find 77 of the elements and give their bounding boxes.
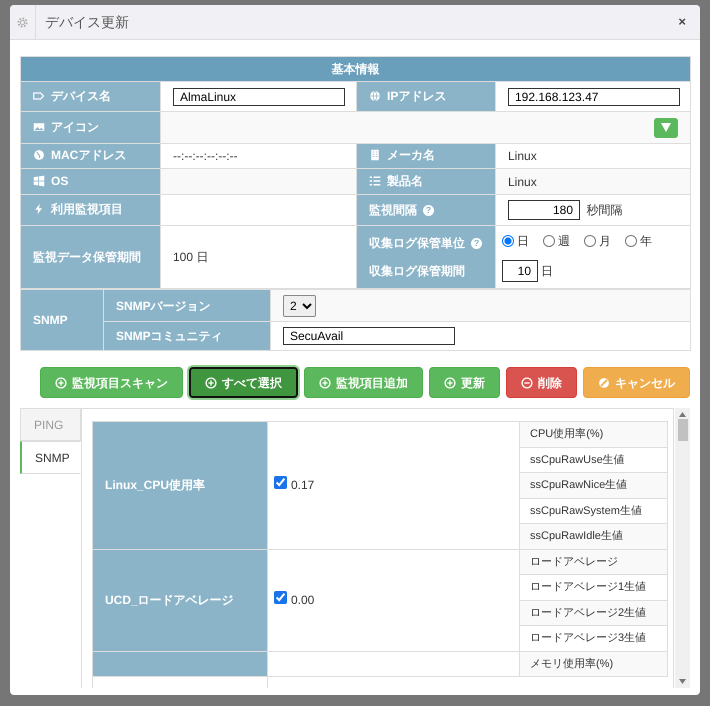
field-label: SNMP [33,312,68,329]
field-label: 監視間隔 [369,202,417,219]
field-label: OS [51,172,68,190]
item-value: 0.00 [291,593,314,607]
tab[interactable]: SNMP [20,441,81,474]
plus-circle-icon [205,376,217,388]
radio-button[interactable] [584,235,596,247]
radio-button[interactable] [625,235,637,247]
checkbox[interactable] [274,476,287,490]
window-title: デバイス更新 [44,12,129,32]
action-button[interactable]: すべて選択 [189,367,298,398]
field-label: 製品名 [387,172,423,190]
caret-icon [661,123,671,132]
metric-name: ssCpuRawNice生値 [530,479,628,491]
plus-circle-icon [444,376,456,388]
metric-name: ロードアベレージ [530,556,618,568]
scroll-up-icon[interactable] [679,412,686,417]
field-value: Linux [508,174,537,188]
field-label: デバイス名 [51,88,111,104]
tag-icon [33,90,45,102]
unit-label: 日 [541,264,553,278]
field-value: 100 日 [173,250,208,264]
field-label: 収集ログ保管期間 [369,263,466,280]
help-icon: ? [423,204,434,216]
field-value: Linux [508,149,537,163]
scroll-down-icon[interactable] [679,679,686,684]
close-button[interactable]: × [678,12,686,32]
metric-name: ssCpuRawIdle生値 [530,530,623,542]
ban-icon [598,376,610,388]
field-label: MACアドレス [51,147,126,164]
radio-label: 月 [599,233,611,250]
radio-button[interactable] [502,235,514,247]
field-label: メーカ名 [387,147,435,164]
metric-name: ssCpuRawSystem生値 [530,504,642,516]
plus-circle-icon [55,376,67,388]
field-label: 利用監視項目 [51,201,123,218]
interval-field[interactable]: 180 [508,200,580,220]
minus-circle-icon [521,376,533,388]
image-icon [33,120,45,132]
action-button[interactable]: 削除 [506,367,577,398]
field-label: 収集ログ保管単位 [369,235,465,252]
metric-name: ロードアベレージ3生値 [530,632,646,644]
windows-icon [33,174,45,186]
field-label: アイコン [51,118,99,136]
scrollbar[interactable] [675,408,690,688]
radio-label: 年 [640,233,652,250]
help-icon: ? [471,238,482,248]
plus-circle-icon [319,376,331,388]
period-field[interactable]: 10 [502,260,538,282]
field-label: SNMPバージョン [116,298,211,314]
field-label: SNMPコミュニティ [116,328,223,345]
metric-name: CPU使用率(%) [530,428,604,440]
metric-name: ロードアベレージ1生値 [530,581,646,593]
list-icon [369,174,381,186]
building-icon [369,149,381,161]
item-name: UCD_ロードアベレージ [105,593,234,607]
radio-label: 週 [558,233,570,250]
checkbox[interactable] [274,591,287,604]
scroll-thumb[interactable] [678,419,688,441]
ip-address-field[interactable]: 192.168.123.47 [508,88,680,106]
item-name: Linux_CPU使用率 [105,478,206,492]
field-label: IPアドレス [387,88,446,104]
metric-name: メモリ使用率(%) [530,658,614,670]
unit-label: 秒間隔 [585,203,622,217]
gear-icon [16,16,29,28]
community-field[interactable]: SecuAvail [283,327,455,345]
field-value: --:--:--:--:--:-- [173,149,238,163]
radio-button[interactable] [543,235,555,247]
item-value: 0.17 [291,478,314,492]
dropdown-button[interactable] [654,118,678,138]
metric-name: ロードアベレージ2生値 [530,606,646,618]
field-label: 監視データ保管期間 [33,249,141,266]
device-name-field[interactable]: AlmaLinux [173,88,345,106]
section-header: 基本情報 [20,56,690,82]
metric-name: ssCpuRawUse生値 [530,454,625,466]
version-select[interactable]: 2 [283,294,316,316]
radio-label: 日 [517,233,529,250]
